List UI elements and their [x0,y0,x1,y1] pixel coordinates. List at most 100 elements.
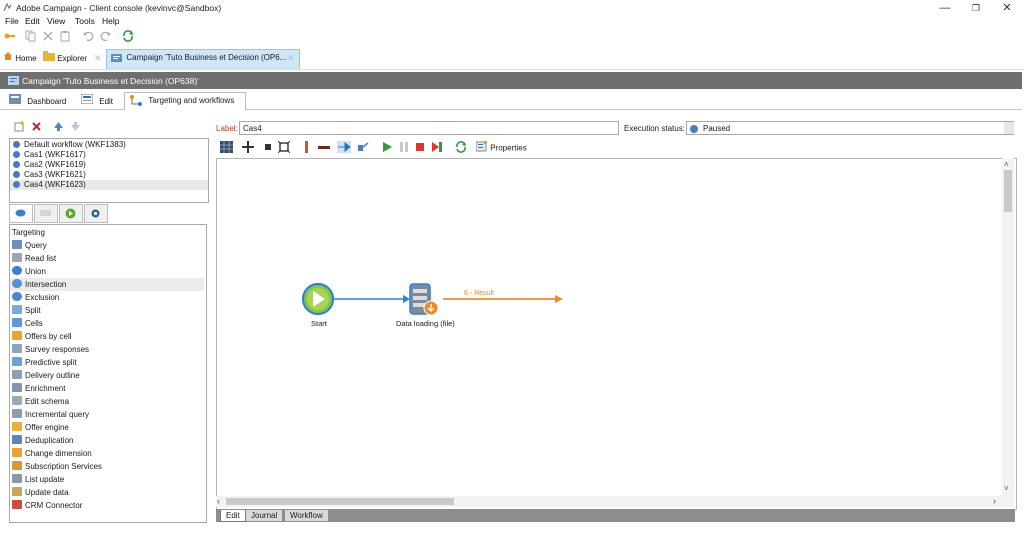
list-item[interactable]: Read list [12,252,56,265]
start-node[interactable] [301,282,335,316]
properties-icon [475,141,488,156]
activity-tab-flow-control[interactable] [34,204,58,223]
tab-campaign-close-icon[interactable]: ✕ [287,53,295,64]
bottom-tab-workflow[interactable]: Workflow [285,510,328,521]
subtab-edit[interactable]: Edit [80,93,113,109]
data-loading-node-label: Data loading (file) [396,319,455,328]
list-item[interactable]: Predictive split [12,356,77,369]
list-item[interactable]: Cells [12,317,43,330]
execution-status-dropdown[interactable] [1004,122,1014,134]
maximize-button[interactable]: ❐ [961,0,991,16]
menu-view[interactable]: View [47,16,65,26]
new-workflow-icon[interactable] [14,121,25,134]
window-title: Adobe Campaign - Client console (kevinvc… [16,3,222,13]
list-item[interactable]: Offers by cell [12,330,72,343]
move-icon[interactable] [242,141,256,153]
properties-button[interactable]: Properties [475,141,527,156]
scroll-left-icon[interactable]: ‹ [217,496,220,506]
list-item[interactable]: Delivery outline [12,369,80,382]
vertical-scroll-thumb[interactable] [1004,170,1012,212]
small-square-icon[interactable] [262,141,276,153]
list-item[interactable]: Enrichment [12,382,65,395]
refresh-icon[interactable] [122,30,134,42]
redo-icon[interactable] [100,30,112,42]
bottom-tab-edit[interactable]: Edit [220,510,246,522]
minimize-button[interactable]: — [930,0,960,16]
paste-icon[interactable] [59,30,71,42]
crm-icon [12,500,22,509]
menu-help[interactable]: Help [102,16,119,26]
delete-icon[interactable] [31,121,42,134]
activity-tab-events[interactable] [84,204,108,223]
start-icon[interactable] [381,141,395,153]
list-item[interactable]: Incremental query [12,408,89,421]
workflow-canvas[interactable]: Start Data loading (file) 6 - Result [216,158,1017,510]
scroll-up-icon[interactable]: ˄ [1004,160,1009,169]
align-horizontal-icon[interactable] [318,141,332,153]
key-icon[interactable] [4,30,16,42]
refresh-workflow-icon[interactable] [455,141,469,153]
data-loading-node[interactable] [409,283,439,316]
workflow-status-icon [13,151,20,158]
intersection-icon [12,279,22,288]
label-input[interactable]: Cas4 [239,121,619,135]
list-item[interactable]: CRM Connector [12,499,82,512]
tab-explorer[interactable]: Explorer [43,51,87,67]
execution-status-field[interactable]: Paused [686,121,1014,135]
list-item[interactable]: List update [12,473,64,486]
scroll-down-icon[interactable]: ˅ [1004,484,1009,493]
workflow-status-icon [13,141,20,148]
subtab-dashboard[interactable]: Dashboard [9,94,66,109]
workflow-item[interactable]: Default workflow (WKF1383) [13,140,126,150]
move-up-icon[interactable] [53,121,64,134]
list-item[interactable]: Update data [12,486,69,499]
subtab-targeting-workflows[interactable]: Targeting and workflows [124,92,246,110]
activity-tab-targeting[interactable] [9,204,33,223]
grid-icon[interactable] [220,141,234,153]
list-item[interactable]: Deduplication [12,434,73,447]
workflow-diagram [301,282,563,316]
list-item[interactable]: Edit schema [12,395,69,408]
list-item[interactable]: Union [12,265,46,278]
copy-icon[interactable] [25,30,37,42]
workflow-item[interactable]: Cas2 (WKF1619) [13,160,86,170]
split-icon [12,305,22,314]
pause-icon[interactable] [398,141,412,153]
cut-icon[interactable] [42,30,54,42]
list-item[interactable]: Change dimension [12,447,92,460]
exclusion-icon [12,292,22,301]
app-logo-icon [3,2,12,12]
scroll-right-icon[interactable]: › [993,496,996,506]
link-mode-icon[interactable] [357,141,371,153]
align-vertical-icon[interactable] [301,141,315,153]
unconditional-stop-icon[interactable] [431,141,445,153]
horizontal-scroll-thumb[interactable] [226,498,454,505]
tab-campaign[interactable]: Campaign 'Tuto Business et Decision (OP6… [106,49,300,69]
stop-icon[interactable] [414,141,428,153]
list-item[interactable]: Query [12,239,47,252]
tab-explorer-close-icon[interactable]: ✕ [94,53,102,64]
transition-result-label: 6 - Result [464,290,494,297]
tab-home[interactable]: Home [3,51,37,67]
start-node-label: Start [311,319,327,328]
pointer-mode-icon[interactable] [337,141,351,153]
menu-file[interactable]: File [5,16,19,26]
activity-tab-actions[interactable] [59,204,83,223]
expand-icon[interactable] [277,140,292,154]
list-item[interactable]: Subscription Services [12,460,102,473]
update-data-icon [12,487,22,496]
list-item[interactable]: Offer engine [12,421,69,434]
list-item[interactable]: Exclusion [12,291,59,304]
bottom-tab-journal[interactable]: Journal [246,510,283,521]
list-item[interactable]: Split [12,304,41,317]
workflow-item[interactable]: Cas3 (WKF1621) [13,170,86,180]
menu-tools[interactable]: Tools [75,16,95,26]
undo-icon[interactable] [82,30,94,42]
list-item[interactable]: Survey responses [12,343,89,356]
close-button[interactable]: ✕ [992,0,1022,16]
menu-edit[interactable]: Edit [25,16,40,26]
move-down-icon[interactable] [70,121,81,134]
workflow-item[interactable]: Cas1 (WKF1617) [13,150,86,160]
list-item-selected[interactable]: Intersection [10,278,204,291]
workflow-item-selected[interactable]: Cas4 (WKF1623) [10,180,208,190]
